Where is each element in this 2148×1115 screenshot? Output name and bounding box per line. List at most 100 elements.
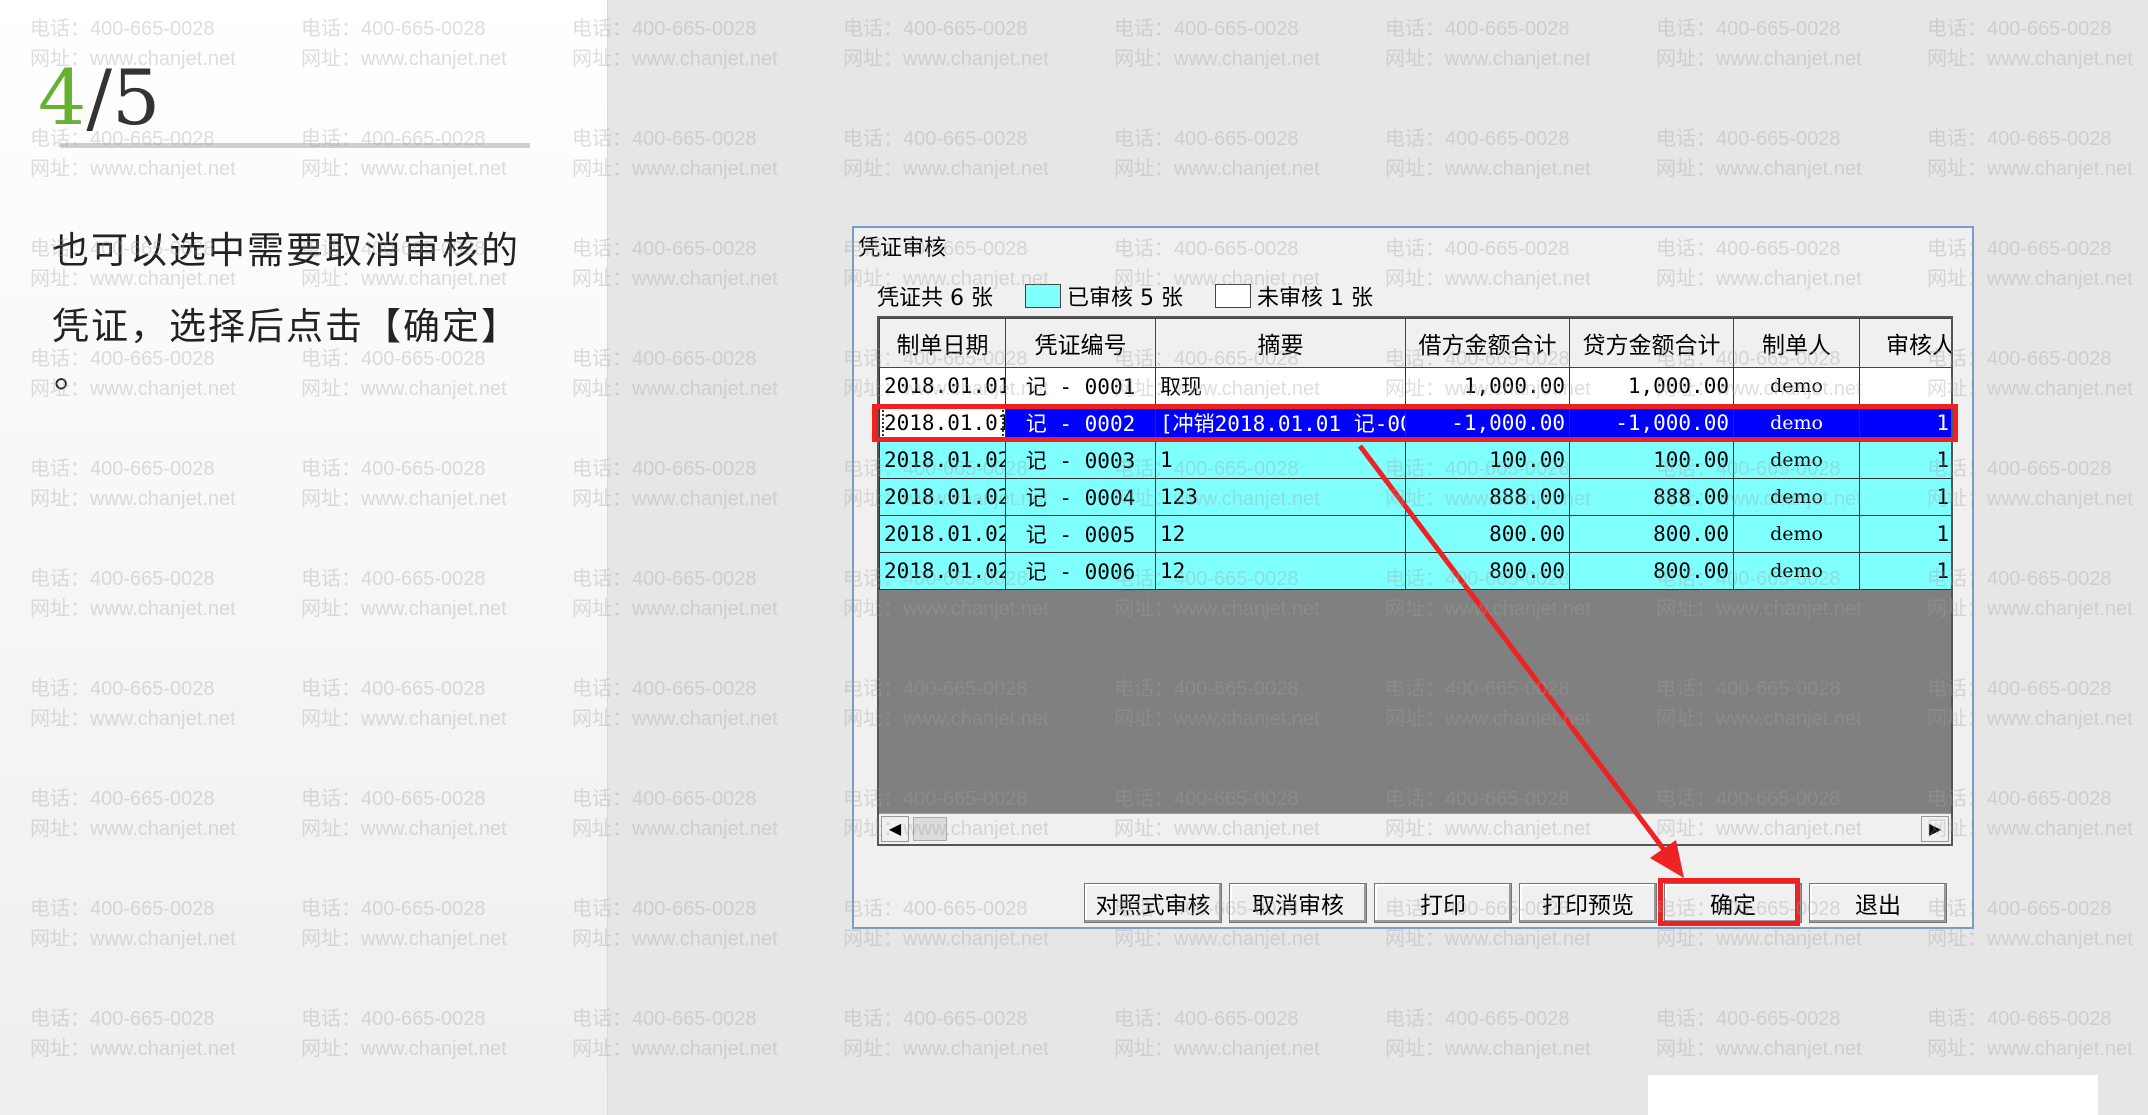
instruction-line-3: 。	[54, 353, 93, 396]
column-header-auditor[interactable]: 审核人	[1859, 318, 1951, 368]
table-row[interactable]: 2018.01.02 记 - 0004 123 888.00 888.00 de…	[879, 478, 1951, 516]
cancel-audit-button[interactable]: 取消审核	[1229, 883, 1367, 923]
voucher-audit-dialog: 凭证审核 凭证共 6 张 已审核 5 张 未审核 1 张 制单日期 凭证编号 摘…	[852, 226, 1974, 929]
cell-summary: 12	[1155, 515, 1406, 553]
audited-count-label: 已审核 5 张	[1066, 286, 1183, 311]
table-header-row: 制单日期 凭证编号 摘要 借方金额合计 贷方金额合计 制单人 审核人	[879, 318, 1951, 368]
watermark-text: 电话：400-665-0028 网址：www.chanjet.net	[1927, 18, 2133, 70]
watermark-text: 电话：400-665-0028 网址：www.chanjet.net	[1927, 1008, 2133, 1060]
step-current: 4	[38, 53, 87, 142]
table-row[interactable]: 2018.01.02 记 - 0006 12 800.00 800.00 dem…	[879, 552, 1951, 590]
table-row[interactable]: 2018.01.02 记 - 0003 1 100.00 100.00 demo…	[879, 441, 1951, 479]
cell-date: 2018.01.01	[879, 404, 1006, 442]
cell-debit: 1,000.00	[1405, 367, 1570, 405]
voucher-grid[interactable]: 制单日期 凭证编号 摘要 借方金额合计 贷方金额合计 制单人 审核人 2018.…	[877, 316, 1953, 846]
step-divider	[60, 143, 530, 148]
corner-blank-area	[1648, 1075, 2098, 1115]
cell-auditor: 1	[1859, 478, 1951, 516]
total-count-label: 凭证共 6 张	[877, 286, 993, 311]
cell-summary: 1	[1155, 441, 1406, 479]
cell-debit: 800.00	[1405, 515, 1570, 553]
cell-debit: 100.00	[1405, 441, 1570, 479]
watermark-text: 电话：400-665-0028 网址：www.chanjet.net	[1114, 18, 1320, 70]
watermark-text: 电话：400-665-0028 网址：www.chanjet.net	[1656, 128, 1862, 180]
cell-credit: 1,000.00	[1569, 367, 1734, 405]
cell-summary: 123	[1155, 478, 1406, 516]
cell-number: 记 - 0003	[1005, 441, 1156, 479]
cell-date: 2018.01.02	[879, 478, 1006, 516]
compare-audit-button[interactable]: 对照式审核	[1084, 883, 1222, 923]
instruction-line-1: 也可以选中需要取消审核的	[52, 229, 520, 272]
watermark-text: 电话：400-665-0028 网址：www.chanjet.net	[1656, 18, 1862, 70]
table-row[interactable]: 2018.01.01 记 - 0001 取现 1,000.00 1,000.00…	[879, 367, 1951, 405]
scroll-left-icon[interactable]: ◀	[881, 816, 909, 842]
scroll-right-icon[interactable]: ▶	[1921, 816, 1949, 842]
dialog-title: 凭证审核	[858, 236, 947, 261]
print-button[interactable]: 打印	[1374, 883, 1512, 923]
cell-number: 记 - 0004	[1005, 478, 1156, 516]
column-header-summary[interactable]: 摘要	[1155, 318, 1406, 368]
watermark-text: 电话：400-665-0028 网址：www.chanjet.net	[843, 128, 1049, 180]
cell-credit: -1,000.00	[1569, 404, 1734, 442]
table-row[interactable]: 2018.01.02 记 - 0005 12 800.00 800.00 dem…	[879, 515, 1951, 553]
instruction-text: 也可以选中需要取消审核的 凭证，选择后点击【确定】 。	[52, 213, 522, 396]
watermark-text: 电话：400-665-0028 网址：www.chanjet.net	[1114, 128, 1320, 180]
column-header-number[interactable]: 凭证编号	[1005, 318, 1156, 368]
cell-auditor	[1859, 367, 1951, 405]
cell-auditor: 1	[1859, 441, 1951, 479]
cell-summary: [冲销2018.01.01 记-00	[1155, 404, 1406, 442]
cell-debit: -1,000.00	[1405, 404, 1570, 442]
cell-credit: 800.00	[1569, 552, 1734, 590]
exit-button[interactable]: 退出	[1809, 883, 1947, 923]
cell-maker: demo	[1733, 367, 1860, 405]
cell-credit: 888.00	[1569, 478, 1734, 516]
cell-credit: 100.00	[1569, 441, 1734, 479]
cell-summary: 12	[1155, 552, 1406, 590]
unaudited-count-label: 未审核 1 张	[1256, 286, 1373, 311]
cell-maker: demo	[1733, 441, 1860, 479]
confirm-button[interactable]: 确定	[1664, 883, 1802, 923]
cell-maker: demo	[1733, 404, 1860, 442]
audit-summary: 凭证共 6 张 已审核 5 张 未审核 1 张	[877, 280, 1405, 312]
total-count: 凭证共 6 张	[877, 280, 993, 312]
column-header-credit[interactable]: 贷方金额合计	[1569, 318, 1734, 368]
watermark-text: 电话：400-665-0028 网址：www.chanjet.net	[1656, 1008, 1862, 1060]
voucher-table: 制单日期 凭证编号 摘要 借方金额合计 贷方金额合计 制单人 审核人 2018.…	[879, 318, 1951, 590]
watermark-text: 电话：400-665-0028 网址：www.chanjet.net	[843, 18, 1049, 70]
column-header-date[interactable]: 制单日期	[879, 318, 1006, 368]
step-indicator: 4/5	[38, 60, 160, 136]
cell-auditor: 1	[1859, 404, 1951, 442]
cell-date: 2018.01.02	[879, 441, 1006, 479]
audited-legend: 已审核 5 张	[1024, 280, 1183, 312]
horizontal-scrollbar[interactable]: ◀ ▶	[879, 813, 1951, 844]
audited-swatch-icon	[1024, 284, 1061, 308]
cell-number: 记 - 0002	[1005, 404, 1156, 442]
cell-date: 2018.01.02	[879, 515, 1006, 553]
column-header-maker[interactable]: 制单人	[1733, 318, 1860, 368]
watermark-text: 电话：400-665-0028 网址：www.chanjet.net	[1385, 128, 1591, 180]
cell-auditor: 1	[1859, 515, 1951, 553]
print-preview-button[interactable]: 打印预览	[1519, 883, 1657, 923]
instruction-line-2: 凭证，选择后点击【确定】	[52, 305, 520, 348]
unaudited-swatch-icon	[1214, 284, 1251, 308]
column-header-debit[interactable]: 借方金额合计	[1405, 318, 1570, 368]
cell-credit: 800.00	[1569, 515, 1734, 553]
cell-maker: demo	[1733, 515, 1860, 553]
step-total: /5	[86, 53, 161, 142]
cell-maker: demo	[1733, 552, 1860, 590]
instruction-panel: 4/5 也可以选中需要取消审核的 凭证，选择后点击【确定】 。	[0, 0, 608, 1115]
cell-summary: 取现	[1155, 367, 1406, 405]
cell-date: 2018.01.02	[879, 552, 1006, 590]
watermark-text: 电话：400-665-0028 网址：www.chanjet.net	[843, 1008, 1049, 1060]
scroll-thumb[interactable]	[913, 817, 947, 841]
watermark-text: 电话：400-665-0028 网址：www.chanjet.net	[1114, 1008, 1320, 1060]
cell-debit: 800.00	[1405, 552, 1570, 590]
table-row-selected[interactable]: 2018.01.01 记 - 0002 [冲销2018.01.01 记-00 -…	[879, 404, 1951, 442]
cell-number: 记 - 0006	[1005, 552, 1156, 590]
watermark-text: 电话：400-665-0028 网址：www.chanjet.net	[1385, 18, 1591, 70]
watermark-text: 电话：400-665-0028 网址：www.chanjet.net	[1385, 1008, 1591, 1060]
watermark-text: 电话：400-665-0028 网址：www.chanjet.net	[1927, 128, 2133, 180]
cell-number: 记 - 0001	[1005, 367, 1156, 405]
unaudited-legend: 未审核 1 张	[1214, 280, 1373, 312]
cell-debit: 888.00	[1405, 478, 1570, 516]
